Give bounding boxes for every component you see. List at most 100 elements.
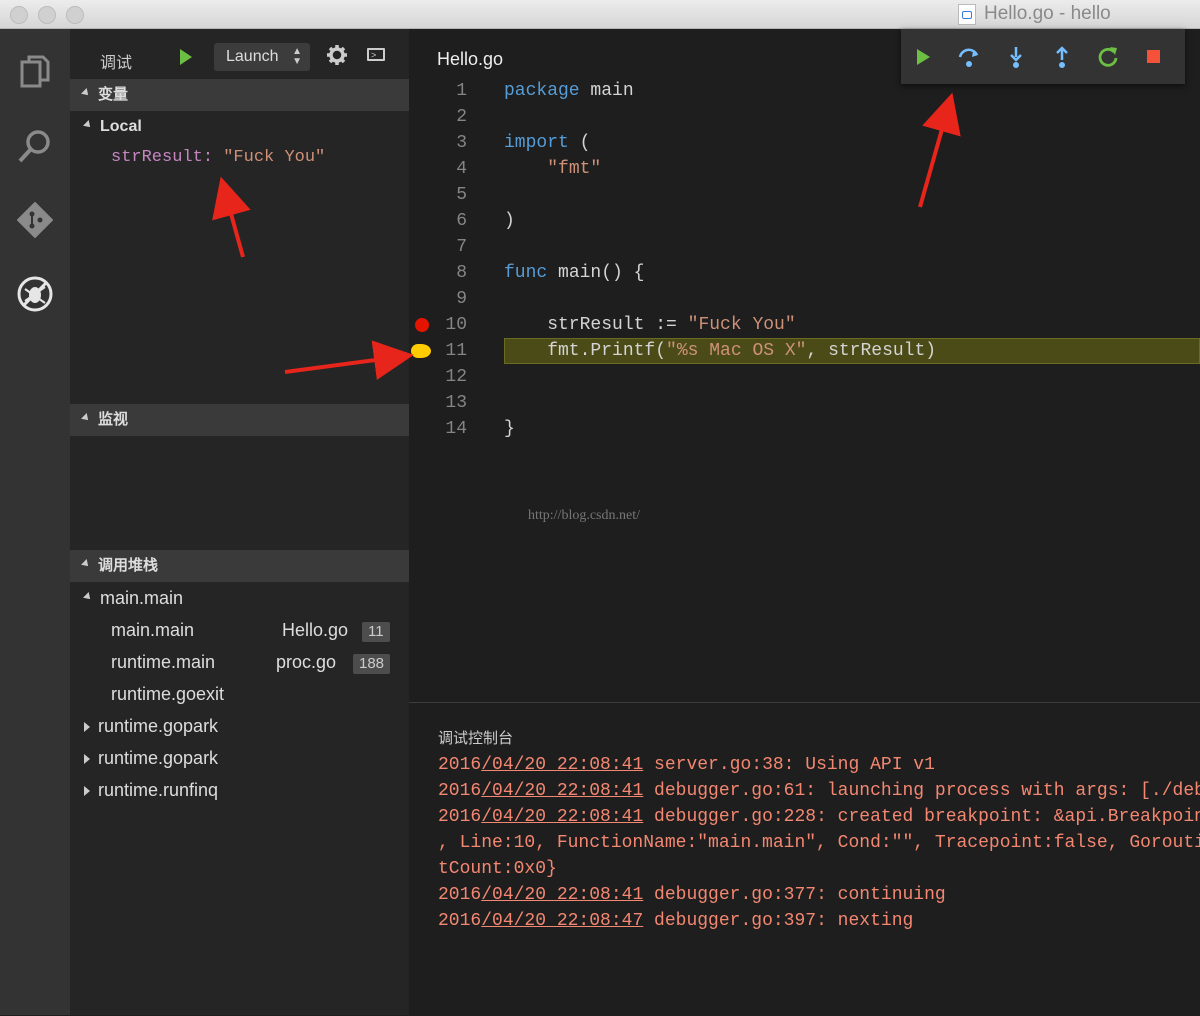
code-line[interactable]: 10 strResult := "Fuck You" (409, 312, 1200, 338)
console-line: 2016/04/20 22:08:41 debugger.go:228: cre… (438, 804, 1200, 830)
code-editor[interactable]: Hello.go 1 package main 2 3 import (4 "fmt" 5… (409, 29, 1200, 702)
line-number: 3 (456, 133, 467, 153)
variables-section-header[interactable]: 变量 (70, 79, 409, 111)
code-line[interactable]: 8 func main() { (409, 260, 1200, 286)
variable-item[interactable]: strResult: "Fuck You" (111, 148, 325, 167)
code-token: } (504, 419, 515, 439)
code-line[interactable]: 5 (409, 182, 1200, 208)
zoom-window-button[interactable] (66, 6, 84, 24)
code-token: "%s Mac OS X" (666, 341, 807, 361)
console-message: , Line:10, FunctionName:"main.main", Con… (438, 833, 1200, 853)
code-line[interactable]: 12 (409, 364, 1200, 390)
step-into-icon[interactable] (1004, 45, 1028, 69)
console-message: debugger.go:61: launching process with a… (643, 781, 1200, 801)
console-message: debugger.go:397: nexting (643, 911, 914, 931)
code-token: func (504, 263, 548, 283)
code-line[interactable]: 6) (409, 208, 1200, 234)
scope-local[interactable]: Local (83, 118, 142, 136)
terminal-icon[interactable]: > (367, 48, 385, 61)
line-number: 4 (456, 159, 467, 179)
code-token: import (504, 133, 569, 153)
code-token: "Fuck You" (687, 315, 796, 335)
console-message: debugger.go:377: continuing (643, 885, 946, 905)
continue-icon[interactable] (911, 45, 935, 69)
code-line[interactable]: 11 fmt.Printf("%s Mac OS X", strResult) (409, 338, 1200, 364)
debug-console-panel[interactable]: 调试控制台 2016/04/20 22:08:41 server.go:38: … (409, 702, 1200, 1016)
line-number: 14 (445, 419, 467, 439)
step-out-icon[interactable] (1050, 45, 1074, 69)
restart-icon[interactable] (1096, 45, 1120, 69)
console-date: 2016 (438, 755, 482, 775)
console-timestamp-link[interactable]: /04/20 22:08:47 (481, 911, 643, 931)
code-line[interactable]: 7 (409, 234, 1200, 260)
stack-frame[interactable]: runtime.main (111, 652, 215, 673)
console-message: tCount:0x0} (438, 859, 557, 879)
debug-sidebar: 调试 Launch ▲ ▼ > 变量 Local strResult: "Fuck… (70, 29, 409, 1015)
code-text: package main (504, 78, 634, 104)
stack-frame[interactable]: main.main (111, 620, 194, 641)
code-line[interactable]: 13 (409, 390, 1200, 416)
code-token: ( (568, 133, 591, 153)
code-text: } (504, 416, 515, 442)
call-stack-section-header[interactable]: 调用堆栈 (70, 550, 409, 582)
collapse-icon (81, 413, 91, 423)
code-token: fmt.Printf( (504, 341, 667, 361)
current-position-icon[interactable] (411, 344, 431, 358)
watch-section-header[interactable]: 监视 (70, 404, 409, 436)
line-number: 6 (456, 211, 467, 231)
variable-name: strResult: (111, 148, 214, 167)
thread-main[interactable]: main.main (83, 588, 183, 609)
debug-toolbar-header: 调试 Launch ▲ ▼ > (70, 29, 409, 81)
code-line[interactable]: 2 (409, 104, 1200, 130)
console-date: 2016 (438, 885, 482, 905)
step-over-icon[interactable] (957, 45, 981, 69)
console-line: 2016/04/20 22:08:41 server.go:38: Using … (438, 752, 935, 778)
collapse-icon (83, 119, 93, 130)
variable-value: "Fuck You" (223, 148, 326, 167)
code-line[interactable]: 14} (409, 416, 1200, 442)
search-icon[interactable] (14, 125, 56, 167)
git-icon[interactable] (14, 199, 56, 241)
console-line: 2016/04/20 22:08:47 debugger.go:397: nex… (438, 908, 913, 934)
console-line: tCount:0x0} (438, 856, 557, 882)
line-number: 13 (445, 393, 467, 413)
launch-config-label: Launch (226, 48, 279, 65)
line-number: 11 (445, 341, 467, 361)
code-token: package (504, 81, 580, 101)
thread-collapsed[interactable]: runtime.runfinq (84, 780, 218, 801)
line-number: 7 (456, 237, 467, 257)
console-timestamp-link[interactable]: /04/20 22:08:41 (481, 755, 643, 775)
console-line: 2016/04/20 22:08:41 debugger.go:377: con… (438, 882, 946, 908)
files-icon[interactable] (14, 51, 56, 93)
stack-frame[interactable]: runtime.goexit (111, 684, 224, 705)
line-number: 1 (456, 81, 467, 101)
thread-collapsed[interactable]: runtime.gopark (84, 748, 218, 769)
code-token: , strResult) (806, 341, 937, 361)
stop-icon[interactable] (1142, 45, 1166, 69)
debug-console-title: 调试控制台 (438, 730, 514, 747)
console-timestamp-link[interactable]: /04/20 22:08:41 (481, 781, 643, 801)
code-line[interactable]: 9 (409, 286, 1200, 312)
line-number: 9 (456, 289, 467, 309)
start-debug-icon[interactable] (180, 49, 192, 65)
minimize-window-button[interactable] (38, 6, 56, 24)
launch-config-select[interactable]: Launch ▲ ▼ (214, 43, 310, 71)
debug-icon[interactable] (14, 273, 56, 315)
line-number: 8 (456, 263, 467, 283)
code-line[interactable]: 3 import ( (409, 130, 1200, 156)
editor-tab-title[interactable]: Hello.go (437, 49, 503, 70)
code-text: strResult := "Fuck You" (504, 312, 796, 338)
code-line[interactable]: 4 "fmt" (409, 156, 1200, 182)
collapse-icon (83, 592, 93, 603)
console-timestamp-link[interactable]: /04/20 22:08:41 (481, 807, 643, 827)
thread-collapsed[interactable]: runtime.gopark (84, 716, 218, 737)
console-message: debugger.go:228: created breakpoint: &ap… (654, 807, 1200, 827)
console-timestamp-link[interactable]: /04/20 22:08:41 (481, 885, 643, 905)
gear-icon[interactable] (326, 44, 348, 71)
close-window-button[interactable] (10, 6, 28, 24)
console-date: 2016 (438, 911, 482, 931)
sidebar-title: 调试 (100, 55, 133, 72)
breakpoint-icon[interactable] (415, 318, 429, 332)
select-arrows-icon: ▲ ▼ (292, 46, 302, 67)
